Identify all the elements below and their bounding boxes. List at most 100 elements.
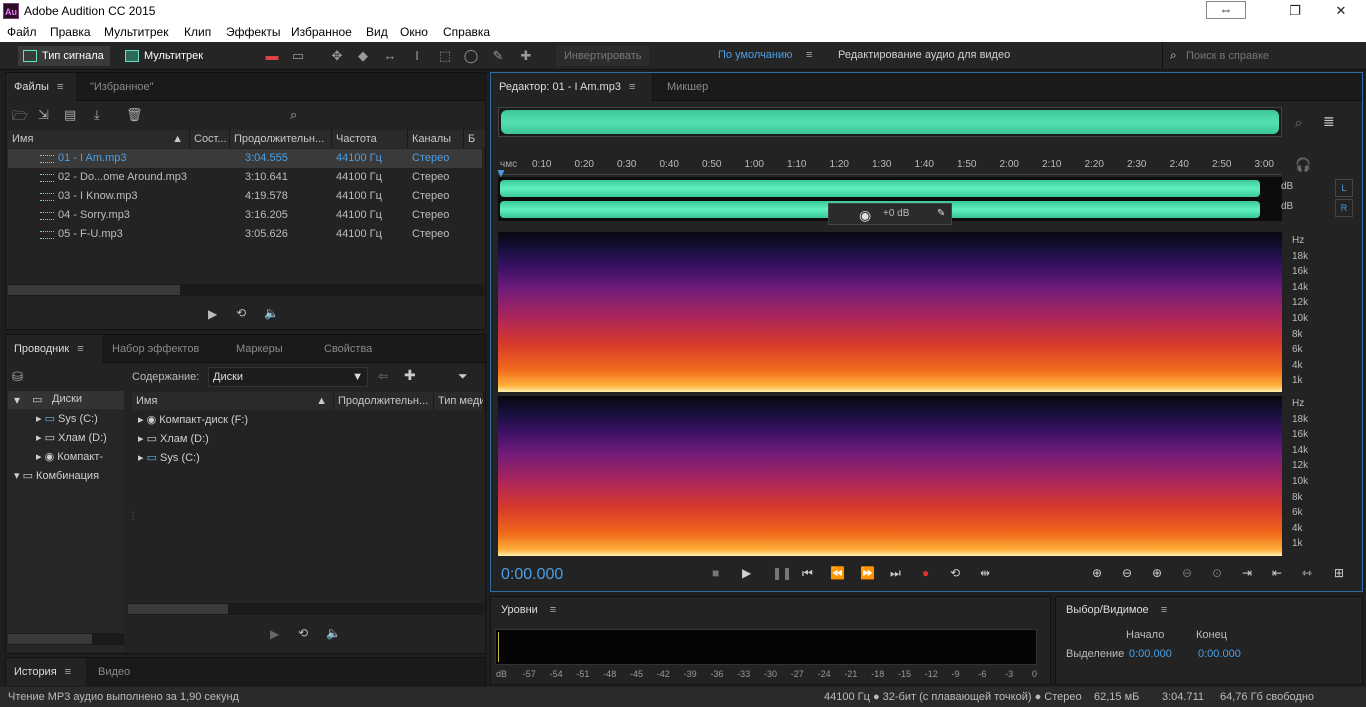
tab-history[interactable]: История ≡ bbox=[6, 658, 86, 686]
tab-effects-rack[interactable]: Набор эффектов bbox=[104, 335, 207, 363]
col-duration[interactable]: Продолжительн... bbox=[334, 392, 434, 410]
move-to-start-icon[interactable]: ⏮ bbox=[802, 566, 813, 581]
panel-menu-icon[interactable]: ≣ bbox=[1323, 113, 1335, 130]
add-favorite-icon[interactable]: ✚ bbox=[404, 367, 416, 384]
insert-icon[interactable]: ⤓ bbox=[94, 107, 100, 123]
zoom-out-full-icon[interactable]: ⊙ bbox=[1212, 566, 1222, 580]
zoom-out-amplitude-icon[interactable]: ⊖ bbox=[1122, 566, 1132, 580]
tab-explorer[interactable]: Проводник ≡ bbox=[6, 335, 102, 363]
move-tool-icon[interactable]: ✥ bbox=[328, 47, 346, 65]
explorer-item[interactable]: ▸ ◉ Компакт-диск (F:) bbox=[138, 413, 248, 426]
tab-mixer[interactable]: Микшер bbox=[659, 73, 716, 101]
drive-icon[interactable]: ⛁ bbox=[12, 369, 23, 385]
content-select[interactable]: Диски ▼ bbox=[208, 367, 368, 387]
pin-icon[interactable]: ✎ bbox=[937, 204, 945, 224]
file-row[interactable]: 05 - F-U.mp3 3:05.626 44100 Гц Стерео bbox=[8, 225, 482, 244]
skip-selection-icon[interactable]: ⇹ bbox=[980, 566, 990, 580]
selection-end-value[interactable]: 0:00.000 bbox=[1198, 648, 1241, 660]
loop-playback-icon[interactable]: ⟲ bbox=[950, 566, 960, 580]
menu-effects[interactable]: Эффекты bbox=[226, 25, 281, 39]
zoom-out-time-icon[interactable]: ⊖ bbox=[1182, 566, 1192, 580]
col-name[interactable]: Имя ▲ bbox=[132, 392, 334, 410]
file-row[interactable]: 03 - I Know.mp3 4:19.578 44100 Гц Стерео bbox=[8, 187, 482, 206]
help-search-input[interactable] bbox=[1186, 47, 1356, 65]
loop-icon[interactable]: ⟲ bbox=[236, 306, 246, 320]
maximize-icon[interactable]: ❐ bbox=[1272, 0, 1318, 22]
record-icon[interactable]: ● bbox=[922, 566, 929, 580]
spot-healing-tool-icon[interactable]: ✚ bbox=[517, 47, 535, 65]
tab-editor[interactable]: Редактор: 01 - I Am.mp3 ≡ bbox=[491, 73, 653, 101]
autoplay-icon[interactable]: 🔈 bbox=[326, 626, 341, 640]
file-row[interactable]: 02 - Do...ome Around.mp3 3:10.641 44100 … bbox=[8, 168, 482, 187]
menu-clip[interactable]: Клип bbox=[184, 25, 211, 39]
menu-view[interactable]: Вид bbox=[366, 25, 388, 39]
pause-icon[interactable]: ❚❚ bbox=[772, 566, 792, 580]
multitrack-view-button[interactable]: Мультитрек bbox=[120, 46, 209, 66]
brush-tool-icon[interactable]: ✎ bbox=[489, 47, 507, 65]
col-rate[interactable]: Частота bbox=[332, 130, 408, 148]
pitch-display-icon[interactable]: ▭ bbox=[289, 47, 307, 65]
current-time[interactable]: 0:00.000 bbox=[501, 566, 563, 584]
workspace-menu-icon[interactable]: ≡ bbox=[806, 49, 812, 61]
tree-scrollbar[interactable] bbox=[8, 633, 124, 645]
move-to-end-icon[interactable]: ⏭ bbox=[890, 566, 901, 581]
volume-knob-icon[interactable]: ◉ bbox=[859, 205, 871, 225]
zoom-channel-icon[interactable]: ⊞ bbox=[1334, 566, 1344, 580]
slip-tool-icon[interactable]: ↔ bbox=[381, 47, 399, 65]
file-row[interactable]: 01 - I Am.mp3 3:04.555 44100 Гц Стерео bbox=[8, 149, 482, 168]
overview-waveform[interactable] bbox=[498, 107, 1282, 137]
menu-favorites[interactable]: Избранное bbox=[291, 25, 352, 39]
delete-icon[interactable]: 🗑 bbox=[126, 107, 143, 123]
workspace-default[interactable]: По умолчанию bbox=[718, 49, 792, 61]
time-selection-tool-icon[interactable]: I bbox=[408, 47, 426, 65]
files-scrollbar[interactable] bbox=[8, 284, 484, 296]
fast-forward-icon[interactable]: ⏩ bbox=[860, 566, 875, 580]
col-status[interactable]: Сост... bbox=[190, 130, 230, 148]
file-row[interactable]: 04 - Sorry.mp3 3:16.205 44100 Гц Стерео bbox=[8, 206, 482, 225]
files-search-icon[interactable]: ⌕ bbox=[290, 107, 297, 123]
play-icon[interactable]: ▶ bbox=[742, 566, 751, 580]
explorer-scrollbar[interactable] bbox=[128, 603, 484, 615]
stop-icon[interactable]: ■ bbox=[712, 566, 719, 580]
col-bits[interactable]: Б bbox=[464, 130, 486, 148]
col-media-type[interactable]: Тип меди bbox=[434, 392, 484, 410]
spectrogram-channel-r[interactable] bbox=[498, 396, 1282, 556]
close-icon[interactable]: ✕ bbox=[1318, 0, 1364, 22]
splitter-handle[interactable]: ⋮ bbox=[128, 511, 138, 522]
menu-edit[interactable]: Правка bbox=[50, 25, 91, 39]
razor-tool-icon[interactable]: ◆ bbox=[354, 47, 372, 65]
tab-favorites[interactable]: "Избранное" bbox=[82, 73, 162, 101]
marquee-tool-icon[interactable]: ⬚ bbox=[436, 47, 454, 65]
open-file-icon[interactable]: 🗁 bbox=[12, 107, 28, 129]
new-file-icon[interactable]: ▤ bbox=[64, 107, 76, 123]
explorer-item[interactable]: ▸ ▭ Хлам (D:) bbox=[138, 432, 209, 445]
tab-files[interactable]: Файлы ≡ bbox=[6, 73, 76, 101]
col-duration[interactable]: Продолжительн... bbox=[230, 130, 332, 148]
tree-item-junk[interactable]: ▸ ▭ Хлам (D:) bbox=[36, 431, 107, 444]
tree-item-combination[interactable]: ▾ ▭ Комбинация bbox=[14, 469, 122, 482]
zoom-icon[interactable]: ⌕ bbox=[1295, 115, 1302, 131]
tree-item-sys[interactable]: ▸ ▭ Sys (C:) bbox=[36, 412, 98, 425]
channel-r-toggle[interactable]: R bbox=[1335, 199, 1353, 217]
hud-volume[interactable]: ◉ +0 dB ✎ bbox=[828, 203, 952, 225]
zoom-in-point-icon[interactable]: ⇥ bbox=[1242, 566, 1252, 580]
workspace-edit-audio-video[interactable]: Редактирование аудио для видео bbox=[838, 49, 1010, 61]
import-file-icon[interactable]: ⇲ bbox=[38, 107, 49, 123]
menu-file[interactable]: Файл bbox=[7, 25, 37, 39]
menu-window[interactable]: Окно bbox=[400, 25, 428, 39]
tab-video[interactable]: Видео bbox=[90, 658, 138, 686]
zoom-in-amplitude-icon[interactable]: ⊕ bbox=[1092, 566, 1102, 580]
col-name[interactable]: Имя ▲ bbox=[8, 130, 190, 148]
play-icon[interactable]: ▶ bbox=[270, 627, 279, 641]
menu-help[interactable]: Справка bbox=[443, 25, 490, 39]
selection-start-value[interactable]: 0:00.000 bbox=[1129, 648, 1172, 660]
tab-markers[interactable]: Маркеры bbox=[228, 335, 291, 363]
filter-icon[interactable]: ⏷ bbox=[458, 369, 468, 384]
zoom-selection-icon[interactable]: ⇿ bbox=[1302, 566, 1312, 580]
tab-properties[interactable]: Свойства bbox=[316, 335, 380, 363]
zoom-out-point-icon[interactable]: ⇤ bbox=[1272, 566, 1282, 580]
channel-l-toggle[interactable]: L bbox=[1335, 179, 1353, 197]
headphones-icon[interactable]: 🎧 bbox=[1295, 157, 1311, 173]
loop-icon[interactable]: ⟲ bbox=[298, 626, 308, 640]
spectrogram-channel-l[interactable] bbox=[498, 232, 1282, 392]
